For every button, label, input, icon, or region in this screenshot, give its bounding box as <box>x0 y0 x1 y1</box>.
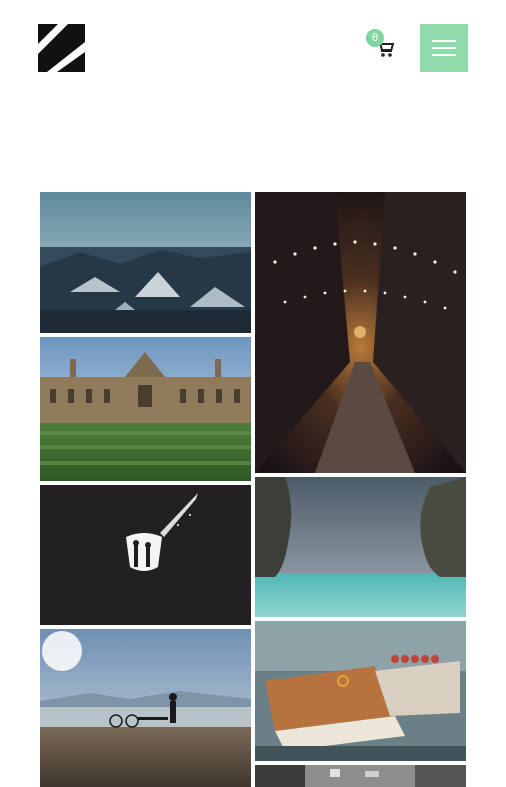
photo-image <box>255 477 466 617</box>
gallery-photo-sea-cliffs[interactable] <box>255 477 466 617</box>
gallery-photo-black-and-white-street[interactable] <box>255 765 466 787</box>
gallery-photo-person-with-bicycle[interactable] <box>40 629 251 787</box>
photo-image <box>40 485 251 625</box>
photo-image <box>255 765 466 787</box>
gallery-photo-string-lights-alley[interactable] <box>255 192 466 473</box>
gallery-photo-silhouettes-in-cave[interactable] <box>40 485 251 625</box>
page: 0 <box>0 0 506 787</box>
photo-image <box>40 192 251 333</box>
photo-image <box>255 621 466 761</box>
gallery-photo-boats-in-harbor[interactable] <box>255 621 466 761</box>
photo-image <box>40 337 251 481</box>
photo-gallery <box>0 0 506 787</box>
photo-image <box>255 192 466 473</box>
photo-image <box>40 629 251 787</box>
gallery-photo-college-building-lawn[interactable] <box>40 337 251 481</box>
gallery-photo-snowy-city-rooftops[interactable] <box>40 192 251 333</box>
